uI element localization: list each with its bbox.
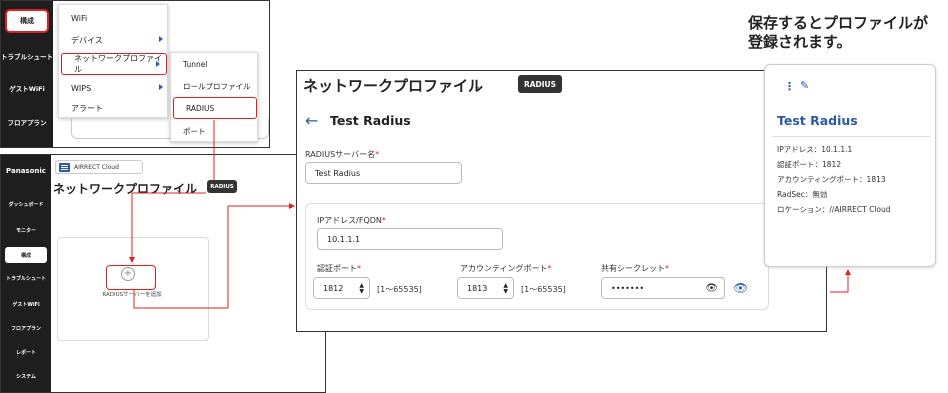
submenu-item-radius[interactable]: RADIUS [173, 97, 257, 119]
chevron-down-icon[interactable]: ⌄ [473, 81, 481, 92]
back-arrow-icon[interactable]: ← [305, 111, 318, 130]
radius-tag: RADIUS [207, 180, 237, 193]
more-vertical-icon[interactable]: ⋮ [784, 80, 795, 93]
auth-port-value: 1812 [323, 283, 344, 293]
stepper-icon[interactable]: ▲ ▼ [503, 283, 508, 295]
breadcrumb[interactable]: AIRRECT Cloud [55, 160, 143, 174]
submenu-item-role-profile[interactable]: ロールプロファイル [171, 75, 259, 97]
menu-item-label: WIPS [71, 83, 92, 93]
menu-item-wips[interactable]: WIPS [59, 77, 169, 99]
explanation-line: 登録されます。 [748, 33, 852, 51]
sidebar-item-floorplan[interactable]: フロアプラン [1, 117, 53, 127]
auth-port-stepper[interactable]: 1812 ▲ ▼ [313, 277, 370, 299]
brand-logo: Panasonic [6, 167, 46, 175]
network-profile-submenu: Tunnel ロールプロファイル RADIUS ポート [170, 52, 258, 142]
add-radius-label: RADIUSサーバーを追加 [102, 292, 162, 298]
submenu-item-tunnel[interactable]: Tunnel [171, 53, 259, 75]
menu-item-label: デバイス [71, 35, 103, 45]
sidebar-item-config[interactable]: 構成 [5, 9, 49, 33]
menu-icon [59, 163, 70, 172]
profile-acct-port: アカウンティングポート：1813 [777, 175, 886, 184]
profile-auth-port: 認証ポート：1812 [777, 160, 842, 169]
server-name-label: RADIUSサーバー名* [305, 150, 380, 159]
chevron-right-icon [159, 36, 163, 42]
chevron-right-icon [156, 61, 160, 67]
secret-value: ••••••• [611, 283, 645, 293]
acct-port-stepper[interactable]: 1813 ▲ ▼ [457, 277, 514, 299]
sidebar-item-report[interactable]: レポート [1, 349, 51, 356]
explanation-text: 保存するとプロファイルが 登録されます。 [748, 14, 948, 52]
explanation-line: 保存するとプロファイルが [748, 14, 929, 32]
sidebar-item-system[interactable]: システム [1, 373, 51, 380]
profile-location: ロケーション：//AIRRECT Cloud [777, 205, 891, 214]
secret-label: 共有シークレット* [601, 264, 669, 273]
sidebar-item-floorplan[interactable]: フロアプラン [1, 325, 51, 332]
auth-port-label: 認証ポート* [317, 264, 361, 273]
stepper-icon[interactable]: ▲ ▼ [359, 283, 364, 295]
edit-pencil-icon[interactable]: ✎ [800, 79, 809, 92]
ip-label: IPアドレス/FQDN* [317, 216, 386, 225]
sidebar-item-guest-wifi[interactable]: ゲストWiFi [1, 83, 53, 93]
profile-name: Test Radius [777, 113, 858, 128]
auth-port-range: [1〜65535] [377, 285, 422, 294]
ip-input[interactable]: 10.1.1.1 [317, 228, 503, 250]
sidebar-item-troubleshoot[interactable]: トラブルシュート [1, 51, 53, 61]
submenu-item-port[interactable]: ポート [171, 120, 259, 142]
radius-edit-form: ネットワークプロファイル ⌄ RADIUS ← Test Radius RADI… [296, 70, 827, 332]
divider [772, 136, 930, 137]
acct-port-range: [1〜65535] [521, 285, 566, 294]
eye-icon[interactable]: 👁 [705, 283, 718, 294]
config-dropdown-menu: WiFi デバイス ネットワークプロファイル WIPS アラート [58, 4, 168, 118]
profile-ip: IPアドレス：10.1.1.1 [777, 145, 853, 154]
radius-tag: RADIUS [518, 75, 562, 93]
sidebar: 構成 トラブルシュート ゲストWiFi フロアプラン [1, 1, 53, 147]
breadcrumb-label: AIRRECT Cloud [74, 163, 119, 171]
server-name-input[interactable]: Test Radius [305, 162, 462, 184]
network-profile-page: Panasonic ダッシュボード モニター 構成 トラブルシュート ゲストWi… [0, 154, 326, 393]
menu-item-wifi[interactable]: WiFi [59, 7, 169, 29]
sidebar-item-guest-wifi[interactable]: ゲストWiFi [1, 301, 51, 308]
sidebar: Panasonic ダッシュボード モニター 構成 トラブルシュート ゲストWi… [1, 155, 51, 392]
menu-item-network-profile[interactable]: ネットワークプロファイル [61, 53, 167, 75]
eye-icon[interactable]: 👁 [733, 281, 748, 295]
menu-item-alerts[interactable]: アラート [59, 97, 169, 119]
acct-port-label: アカウンティングポート* [460, 264, 552, 273]
menu-item-label: WiFi [71, 13, 88, 23]
profile-radsec: RadSec：無効 [777, 190, 828, 199]
acct-port-value: 1813 [467, 283, 488, 293]
plus-circle-icon: + [121, 267, 135, 281]
secret-input[interactable]: ••••••• 👁 [601, 277, 725, 299]
page-title: ネットワークプロファイル [303, 77, 484, 95]
chevron-down-icon[interactable]: ⌄ [175, 185, 183, 195]
profile-name-heading: Test Radius [330, 113, 411, 128]
sidebar-item-troubleshoot[interactable]: トラブルシュート [1, 275, 51, 282]
menu-item-label: アラート [71, 103, 103, 113]
sidebar-item-dashboard[interactable]: ダッシュボード [1, 201, 51, 208]
sidebar-item-monitor[interactable]: モニター [1, 227, 51, 234]
menu-item-devices[interactable]: デバイス [59, 29, 169, 51]
sidebar-item-config[interactable]: 構成 [5, 247, 47, 263]
menu-item-label: ネットワークプロファイル [74, 54, 162, 74]
chevron-right-icon [159, 84, 163, 90]
